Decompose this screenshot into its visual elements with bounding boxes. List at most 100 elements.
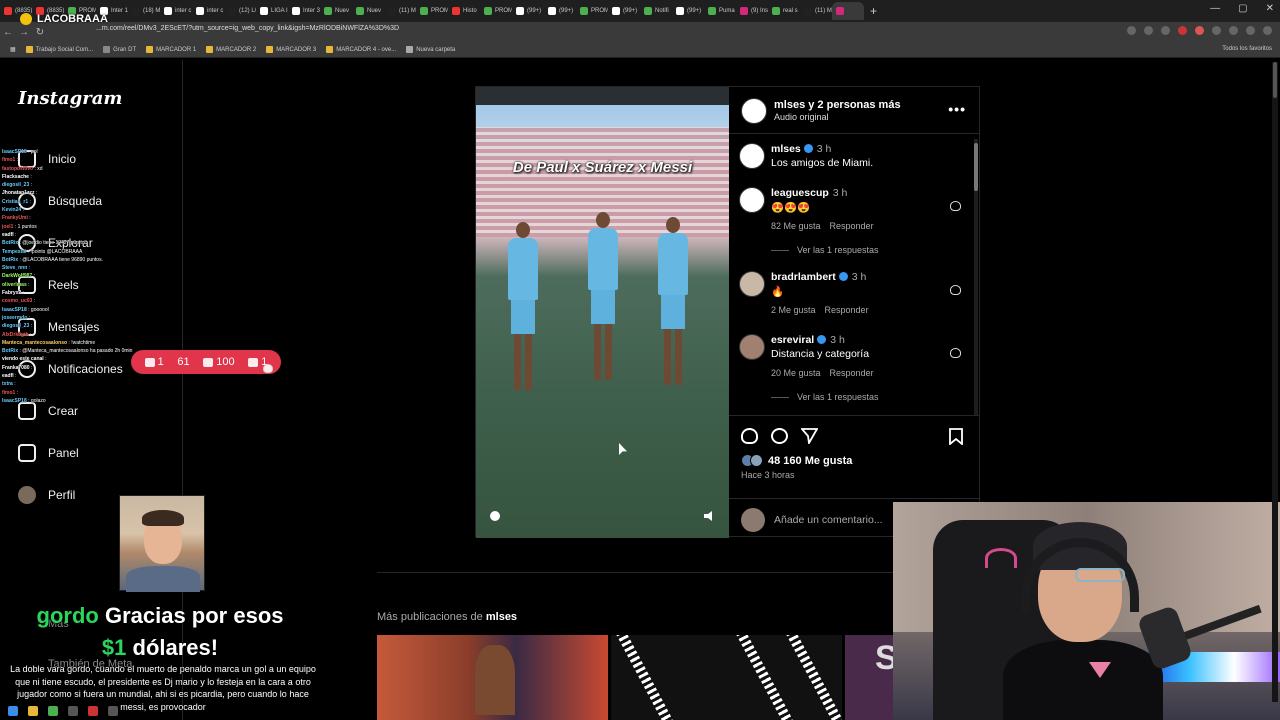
new-tab-icon[interactable]: + <box>864 4 877 18</box>
browser-tab[interactable]: inter c <box>192 2 224 20</box>
tagged-users-icon[interactable] <box>490 511 500 521</box>
volume-icon[interactable] <box>704 511 712 521</box>
browser-tab[interactable]: inter c <box>160 2 192 20</box>
browser-tab[interactable]: (99+) <box>672 2 704 20</box>
comments-scrollbar[interactable] <box>974 139 978 415</box>
chrome-icon[interactable] <box>48 706 58 716</box>
app-icon[interactable] <box>68 706 78 716</box>
minimize-icon[interactable]: — <box>1210 3 1220 14</box>
comment-likes[interactable]: 20 Me gusta <box>771 368 821 378</box>
bookmark[interactable]: MARCADOR 4 - ove... <box>326 46 396 53</box>
commenter-avatar[interactable] <box>739 334 765 360</box>
save-icon[interactable] <box>949 428 966 445</box>
browser-tab[interactable]: Nuev <box>352 2 384 20</box>
nav-item-7[interactable]: Panel <box>18 444 79 462</box>
post-thumbnail[interactable] <box>377 635 608 720</box>
browser-tab[interactable]: (99+) <box>608 2 640 20</box>
bookmark[interactable]: MARCADOR 2 <box>206 46 256 53</box>
comment-like-icon[interactable] <box>950 348 961 358</box>
browser-tab[interactable]: real s <box>768 2 800 20</box>
browser-tab[interactable]: PROM <box>480 2 512 20</box>
browser-tab[interactable]: (11) M <box>800 2 832 20</box>
browser-tab[interactable]: Nuev <box>320 2 352 20</box>
extensions-bar <box>1127 26 1272 35</box>
nav-label: Crear <box>48 404 79 418</box>
commenter[interactable]: esreviral 3 h <box>771 334 845 346</box>
app-icon[interactable] <box>108 706 118 716</box>
like-count[interactable]: 48 160 Me gusta <box>741 454 852 467</box>
post-audio[interactable]: Audio original <box>774 112 829 122</box>
browser-tab[interactable]: Puma <box>704 2 736 20</box>
extension-icon[interactable] <box>1178 26 1187 35</box>
forward-icon[interactable]: → <box>16 27 32 38</box>
reply-button[interactable]: Responder <box>825 305 869 315</box>
share-icon[interactable] <box>801 428 818 444</box>
reload-icon[interactable]: ↻ <box>32 27 48 38</box>
instagram-logo[interactable]: Instagram <box>18 88 122 109</box>
url-field[interactable]: ...m.com/reel/DMv3_2EScET/?utm_source=ig… <box>96 25 399 32</box>
comment-like-icon[interactable] <box>950 201 961 211</box>
bookmark-label: Gran DT <box>113 46 137 53</box>
back-icon[interactable]: ← <box>0 27 16 38</box>
caption-avatar[interactable] <box>739 143 765 169</box>
browser-tab[interactable]: PROM <box>576 2 608 20</box>
post-thumbnail[interactable] <box>611 635 842 720</box>
browser-tab[interactable]: (99+) <box>544 2 576 20</box>
like-icon[interactable] <box>741 428 758 444</box>
browser-tab[interactable]: (11) M <box>384 2 416 20</box>
star-icon[interactable] <box>1161 26 1170 35</box>
view-replies-button[interactable]: Ver las 1 respuestas <box>771 245 879 255</box>
caption-user[interactable]: mlses 3 h <box>771 143 831 155</box>
more-posts-user[interactable]: mlses <box>486 611 517 623</box>
apps-icon[interactable]: ▦ <box>10 46 16 53</box>
comment-likes[interactable]: 2 Me gusta <box>771 305 816 315</box>
maximize-icon[interactable]: ▢ <box>1238 3 1247 14</box>
browser-tab[interactable]: (9) Ins <box>736 2 768 20</box>
more-options-icon[interactable]: ••• <box>948 101 966 117</box>
reply-button[interactable]: Responder <box>830 221 874 231</box>
more-posts-prefix: Más publicaciones de <box>377 611 483 623</box>
comment-like-icon[interactable] <box>950 285 961 295</box>
browser-tab[interactable] <box>832 2 864 20</box>
browser-tab[interactable]: (18) M <box>128 2 160 20</box>
browser-tab[interactable]: LIGA I <box>256 2 288 20</box>
extension-icon[interactable] <box>1195 26 1204 35</box>
cast-icon[interactable] <box>1127 26 1136 35</box>
app-icon[interactable] <box>88 706 98 716</box>
bookmark[interactable]: Trabajo Social Com... <box>25 46 93 53</box>
reel-video[interactable]: De Paul x Suárez x Messi <box>476 87 729 538</box>
commenter[interactable]: bradrlambert 3 h <box>771 271 866 283</box>
zoom-icon[interactable] <box>1144 26 1153 35</box>
puzzle-icon[interactable] <box>1212 26 1221 35</box>
close-icon[interactable]: ✕ <box>1266 3 1274 14</box>
comment-icon[interactable] <box>771 428 788 444</box>
post-authors[interactable]: mlses y 2 personas más <box>774 99 901 111</box>
nav-item-8[interactable]: Perfil <box>18 486 75 504</box>
all-bookmarks[interactable]: Todos los favoritos <box>1222 46 1272 52</box>
sidebar-icon[interactable] <box>1229 26 1238 35</box>
browser-tab[interactable]: (99+) <box>512 2 544 20</box>
commenter[interactable]: leaguescup 3 h <box>771 187 847 199</box>
profile-icon[interactable] <box>1246 26 1255 35</box>
commenter-avatar[interactable] <box>739 187 765 213</box>
browser-tab[interactable]: Histo <box>448 2 480 20</box>
post-thumbnail[interactable]: S <box>845 635 895 720</box>
page-scrollbar[interactable] <box>1272 62 1278 702</box>
browser-tab[interactable]: PROM <box>416 2 448 20</box>
bookmark[interactable]: Nueva carpeta <box>406 46 455 53</box>
browser-tab[interactable]: Inter 3 <box>288 2 320 20</box>
browser-tab[interactable]: Notifi <box>640 2 672 20</box>
start-icon[interactable] <box>8 706 18 716</box>
author-avatar[interactable] <box>741 98 767 124</box>
bookmark[interactable]: MARCADOR 3 <box>266 46 316 53</box>
browser-tab[interactable]: (12) L/ <box>224 2 256 20</box>
comment-likes[interactable]: 82 Me gusta <box>771 221 821 231</box>
comment-text: Distancia y categoría <box>771 348 870 360</box>
commenter-avatar[interactable] <box>739 271 765 297</box>
folder-icon[interactable] <box>28 706 38 716</box>
menu-icon[interactable] <box>1263 26 1272 35</box>
view-replies-button[interactable]: Ver las 1 respuestas <box>771 392 879 402</box>
bookmark[interactable]: Gran DT <box>103 46 136 53</box>
bookmark[interactable]: MARCADOR 1 <box>146 46 196 53</box>
reply-button[interactable]: Responder <box>830 368 874 378</box>
